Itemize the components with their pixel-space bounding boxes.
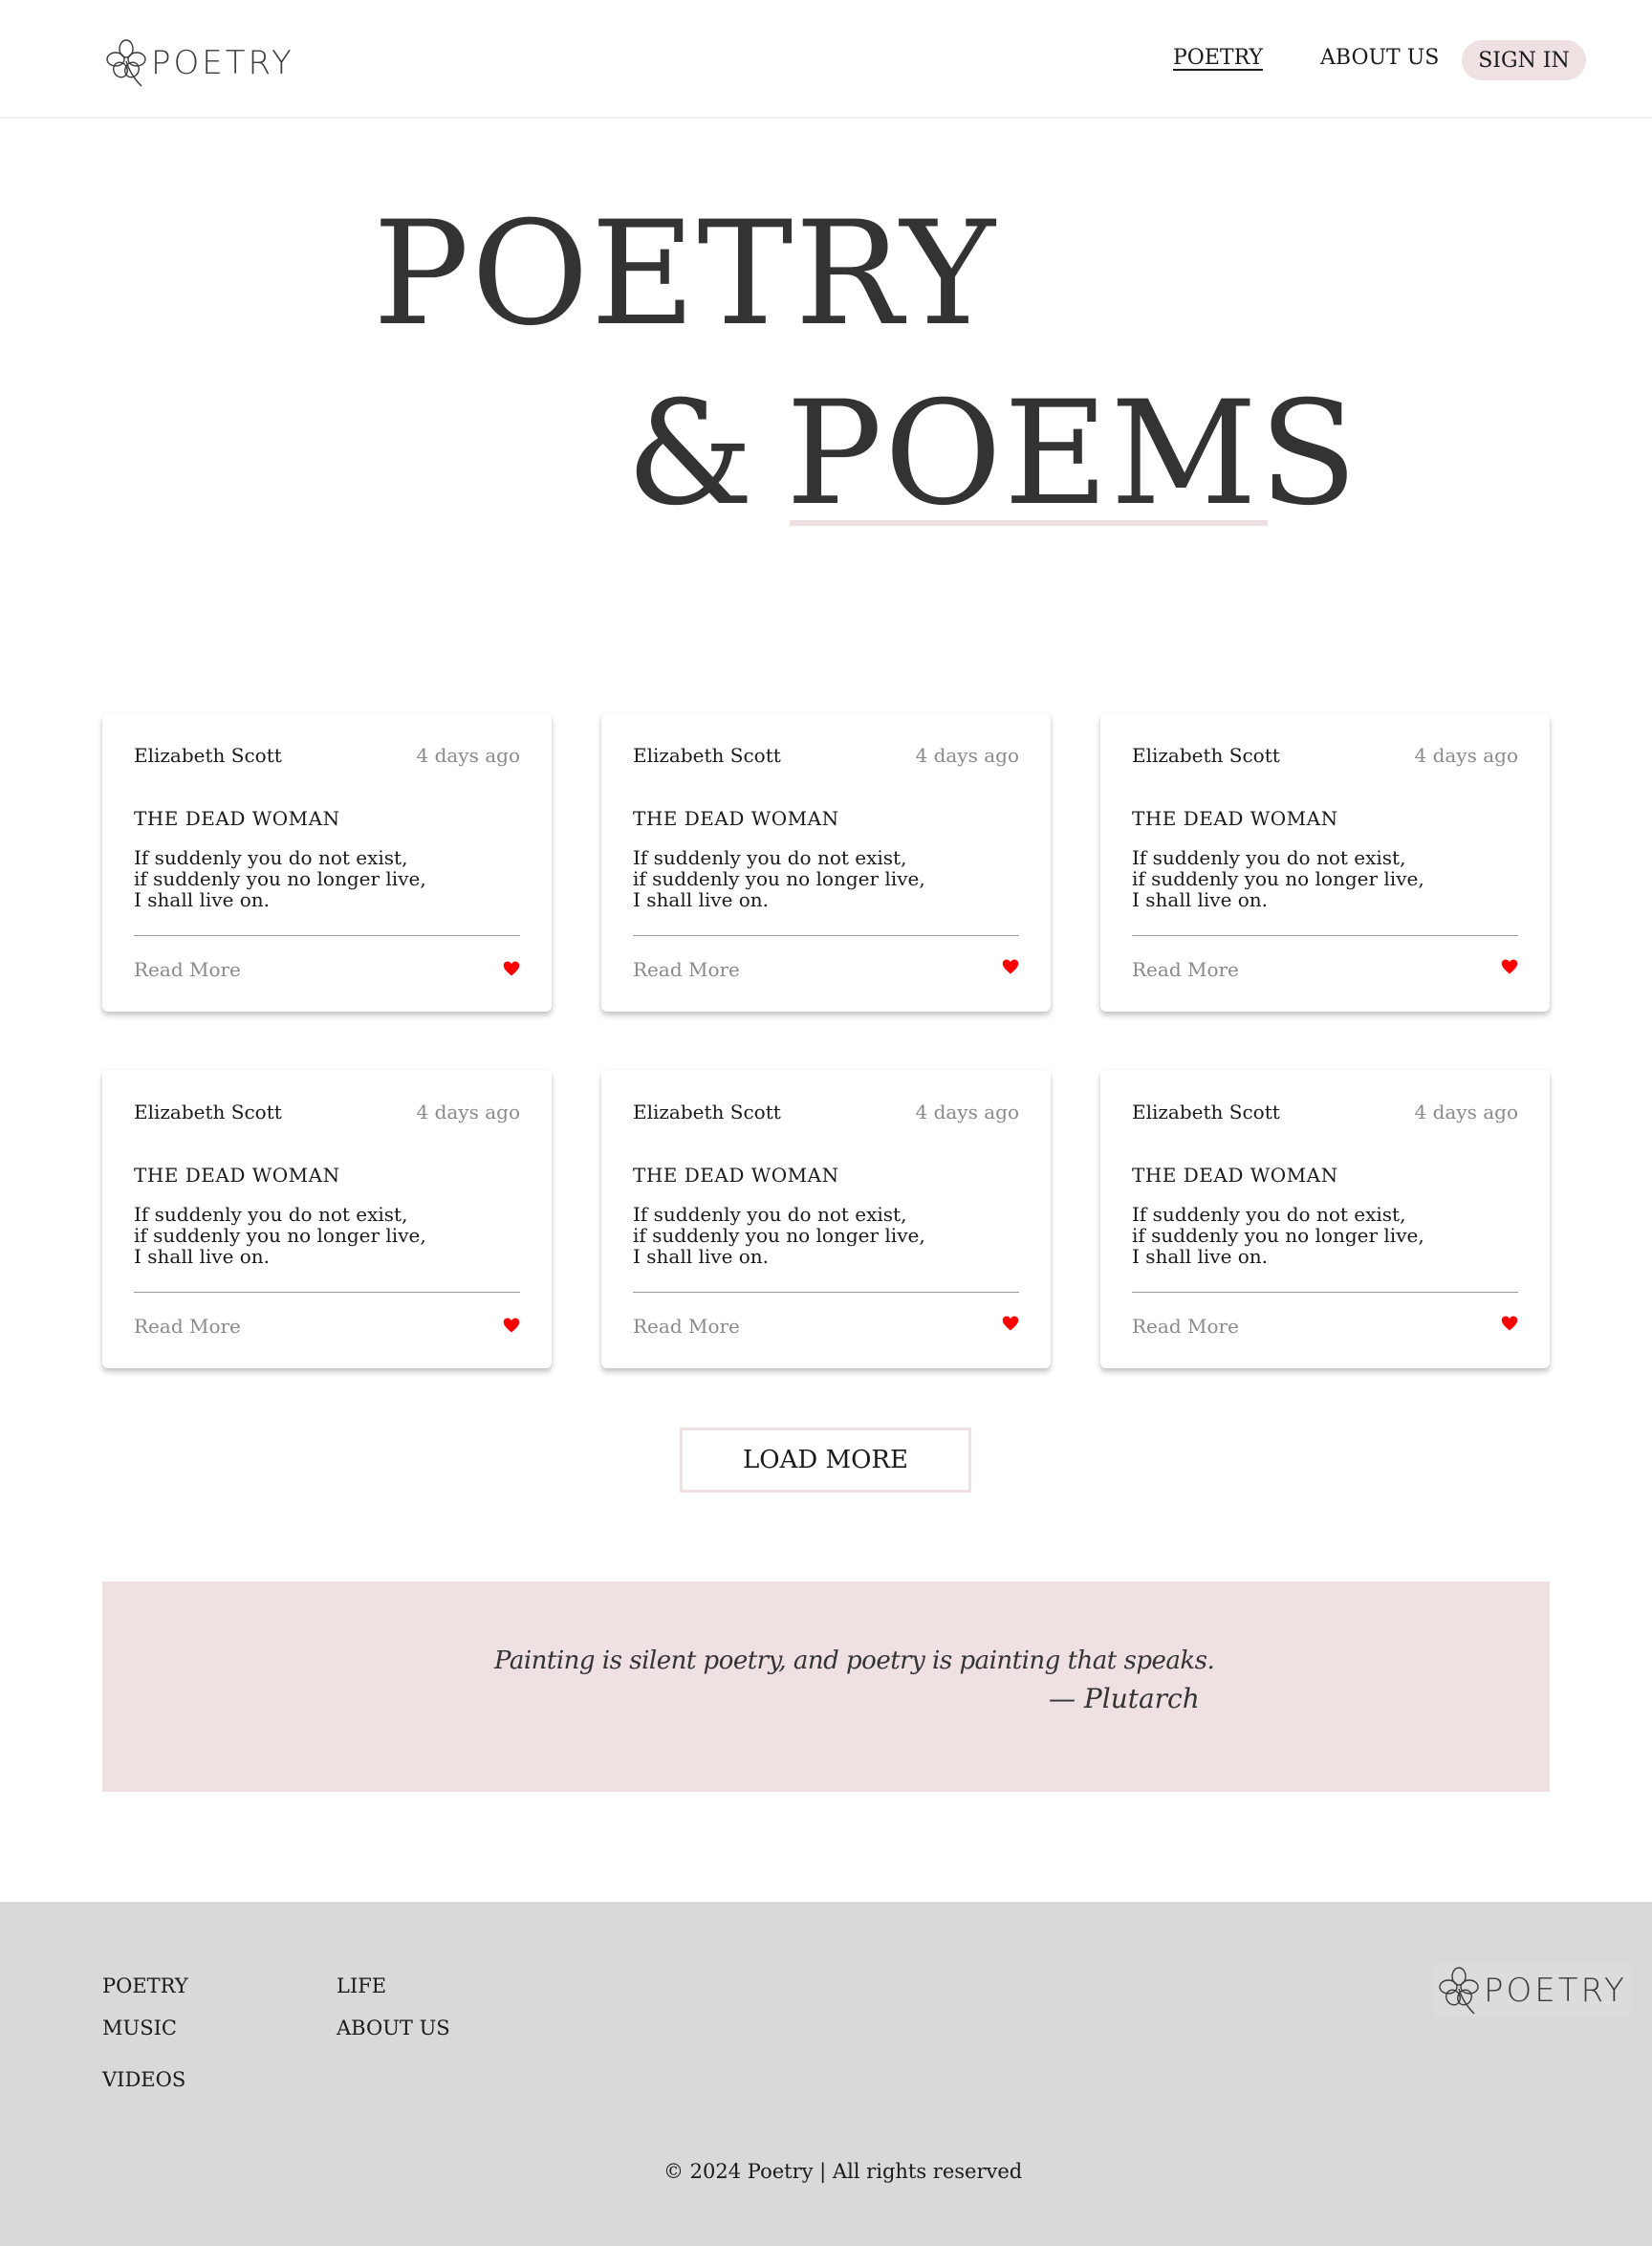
read-more-link[interactable]: Read More xyxy=(134,958,241,981)
read-more-link[interactable]: Read More xyxy=(134,1315,241,1338)
nav-poetry-link[interactable]: POETRY xyxy=(1173,46,1263,70)
poem-title: THE DEAD WOMAN xyxy=(1132,1164,1338,1187)
poem-title: THE DEAD WOMAN xyxy=(1132,807,1338,830)
read-more-link[interactable]: Read More xyxy=(633,1315,740,1338)
poem-timestamp: 4 days ago xyxy=(1414,744,1519,767)
poem-line: If suddenly you do not exist, xyxy=(134,1203,408,1226)
card-divider xyxy=(134,1292,520,1293)
poem-line: if suddenly you no longer live, xyxy=(134,867,426,890)
read-more-link[interactable]: Read More xyxy=(633,958,740,981)
card-divider xyxy=(134,935,520,936)
load-more-button[interactable]: LOAD MORE xyxy=(680,1428,971,1493)
heart-icon[interactable] xyxy=(1501,958,1518,975)
poem-author: Elizabeth Scott xyxy=(633,744,781,767)
footer-link-poetry[interactable]: POETRY xyxy=(102,1974,188,1997)
copyright-text: © 2024 Poetry | All rights reserved xyxy=(663,2160,1023,2183)
poem-card[interactable]: Elizabeth Scott 4 days ago THE DEAD WOMA… xyxy=(1100,1070,1550,1368)
quote-banner: Painting is silent poetry, and poetry is… xyxy=(102,1581,1550,1792)
read-more-link[interactable]: Read More xyxy=(1132,958,1239,981)
poem-line: If suddenly you do not exist, xyxy=(1132,846,1406,869)
poem-card[interactable]: Elizabeth Scott 4 days ago THE DEAD WOMA… xyxy=(102,713,552,1012)
clover-flower-icon xyxy=(106,39,146,87)
poem-excerpt: If suddenly you do not exist, if suddenl… xyxy=(134,1204,426,1267)
heart-icon[interactable] xyxy=(1002,1315,1019,1332)
nav-about-link[interactable]: ABOUT US xyxy=(1320,46,1439,70)
poem-line: If suddenly you do not exist, xyxy=(633,846,907,869)
card-divider xyxy=(1132,935,1518,936)
card-divider xyxy=(1132,1292,1518,1293)
hero-ampersand: & xyxy=(626,371,754,537)
poem-card[interactable]: Elizabeth Scott 4 days ago THE DEAD WOMA… xyxy=(102,1070,552,1368)
poem-timestamp: 4 days ago xyxy=(1414,1101,1519,1123)
heart-icon[interactable] xyxy=(503,960,520,977)
poem-line: I shall live on. xyxy=(633,1245,770,1268)
footer-logo-text: POETRY xyxy=(1484,1972,1627,2010)
poem-author: Elizabeth Scott xyxy=(134,744,282,767)
poem-excerpt: If suddenly you do not exist, if suddenl… xyxy=(1132,847,1424,910)
read-more-link[interactable]: Read More xyxy=(1132,1315,1239,1338)
footer-link-videos[interactable]: VIDEOS xyxy=(102,2068,185,2091)
poem-title: THE DEAD WOMAN xyxy=(633,1164,839,1187)
poem-line: If suddenly you do not exist, xyxy=(1132,1203,1406,1226)
poem-excerpt: If suddenly you do not exist, if suddenl… xyxy=(633,1204,925,1267)
poem-timestamp: 4 days ago xyxy=(416,1101,521,1123)
poem-excerpt: If suddenly you do not exist, if suddenl… xyxy=(134,847,426,910)
site-header: POETRY POETRY ABOUT US SIGN IN xyxy=(0,0,1652,119)
heart-icon[interactable] xyxy=(1501,1315,1518,1332)
footer-logo[interactable]: POETRY xyxy=(1434,1964,1631,2017)
quote-text: Painting is silent poetry, and poetry is… xyxy=(494,1646,1215,1675)
poem-author: Elizabeth Scott xyxy=(633,1101,781,1123)
hero-underline xyxy=(790,520,1268,526)
poem-card[interactable]: Elizabeth Scott 4 days ago THE DEAD WOMA… xyxy=(601,1070,1051,1368)
poem-title: THE DEAD WOMAN xyxy=(134,807,340,830)
poem-author: Elizabeth Scott xyxy=(1132,744,1280,767)
poem-line: if suddenly you no longer live, xyxy=(1132,1224,1424,1247)
hero-title-line1: POETRY xyxy=(373,191,997,358)
poem-line: I shall live on. xyxy=(134,1245,271,1268)
poem-line: I shall live on. xyxy=(134,888,271,911)
site-logo[interactable]: POETRY xyxy=(105,38,294,88)
poem-excerpt: If suddenly you do not exist, if suddenl… xyxy=(633,847,925,910)
footer-link-music[interactable]: MUSIC xyxy=(102,2017,177,2039)
poem-timestamp: 4 days ago xyxy=(915,1101,1020,1123)
poem-line: If suddenly you do not exist, xyxy=(134,846,408,869)
poem-line: if suddenly you no longer live, xyxy=(633,867,925,890)
poem-title: THE DEAD WOMAN xyxy=(134,1164,340,1187)
quote-author: — Plutarch xyxy=(1049,1683,1200,1714)
poem-title: THE DEAD WOMAN xyxy=(633,807,839,830)
poem-author: Elizabeth Scott xyxy=(134,1101,282,1123)
footer-link-about[interactable]: ABOUT US xyxy=(337,2017,450,2039)
card-divider xyxy=(633,1292,1019,1293)
logo-text: POETRY xyxy=(151,44,294,82)
sign-in-button[interactable]: SIGN IN xyxy=(1462,40,1586,80)
poem-line: if suddenly you no longer live, xyxy=(134,1224,426,1247)
heart-icon[interactable] xyxy=(1002,958,1019,975)
site-footer: POETRY MUSIC VIDEOS LIFE ABOUT US POETRY… xyxy=(0,1902,1652,2246)
poem-line: I shall live on. xyxy=(633,888,770,911)
poem-line: if suddenly you no longer live, xyxy=(633,1224,925,1247)
footer-link-life[interactable]: LIFE xyxy=(337,1974,386,1997)
clover-flower-icon xyxy=(1439,1967,1479,2015)
heart-icon[interactable] xyxy=(503,1317,520,1334)
poem-line: If suddenly you do not exist, xyxy=(633,1203,907,1226)
poem-card[interactable]: Elizabeth Scott 4 days ago THE DEAD WOMA… xyxy=(601,713,1051,1012)
poem-line: if suddenly you no longer live, xyxy=(1132,867,1424,890)
poem-timestamp: 4 days ago xyxy=(416,744,521,767)
poem-author: Elizabeth Scott xyxy=(1132,1101,1280,1123)
poem-line: I shall live on. xyxy=(1132,888,1269,911)
hero-title-line2: POEMS xyxy=(786,371,1359,537)
poem-timestamp: 4 days ago xyxy=(915,744,1020,767)
poem-line: I shall live on. xyxy=(1132,1245,1269,1268)
card-divider xyxy=(633,935,1019,936)
poem-excerpt: If suddenly you do not exist, if suddenl… xyxy=(1132,1204,1424,1267)
poem-card[interactable]: Elizabeth Scott 4 days ago THE DEAD WOMA… xyxy=(1100,713,1550,1012)
